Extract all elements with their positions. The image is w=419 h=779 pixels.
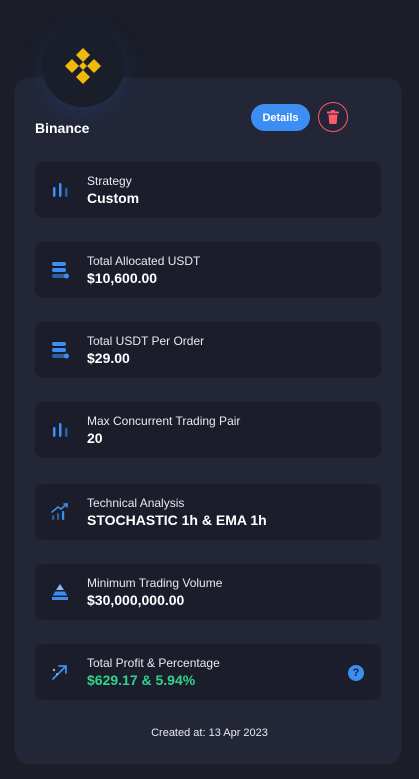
details-button[interactable]: Details: [251, 104, 310, 131]
strategy-label: Strategy: [87, 174, 132, 188]
trend-up-icon: [51, 503, 68, 520]
profit-row: Total Profit & Percentage $629.17 & 5.94…: [35, 644, 381, 700]
strategy-value: Custom: [87, 190, 140, 206]
technical-analysis-label: Technical Analysis: [87, 496, 185, 510]
created-at: Created at: 13 Apr 2023: [151, 727, 268, 739]
min-volume-row: Minimum Trading Volume $30,000,000.00: [35, 564, 381, 620]
binance-logo-icon: [65, 48, 101, 84]
delete-button[interactable]: [318, 102, 348, 132]
pyramid-icon: [52, 584, 68, 600]
technical-analysis-value: STOCHASTIC 1h & EMA 1h: [87, 512, 267, 528]
exchange-name: Binance: [35, 120, 90, 136]
help-icon[interactable]: ?: [348, 665, 364, 681]
max-concurrent-row: Max Concurrent Trading Pair 20: [35, 402, 381, 458]
max-concurrent-value: 20: [87, 430, 103, 446]
exchange-logo: [42, 25, 124, 107]
page: Binance Details Strategy Custom Total Al…: [0, 0, 419, 779]
total-allocated-label: Total Allocated USDT: [87, 254, 201, 268]
profit-value: $629.17 & 5.94%: [87, 672, 196, 688]
per-order-value: $29.00: [87, 350, 130, 366]
min-volume-value: $30,000,000.00: [87, 592, 185, 608]
max-concurrent-label: Max Concurrent Trading Pair: [87, 414, 241, 428]
arrow-up-right-icon: [52, 665, 67, 680]
technical-analysis-row: Technical Analysis STOCHASTIC 1h & EMA 1…: [35, 484, 381, 540]
bar-chart-icon: [53, 423, 68, 437]
stack-icon: [52, 262, 69, 279]
stack-icon: [52, 342, 69, 359]
min-volume-label: Minimum Trading Volume: [87, 576, 223, 590]
strategy-row: Strategy Custom: [35, 162, 381, 218]
bar-chart-icon: [53, 183, 68, 197]
trash-icon: [327, 110, 339, 124]
total-allocated-value: $10,600.00: [87, 270, 158, 286]
total-allocated-row: Total Allocated USDT $10,600.00: [35, 242, 381, 298]
profit-label: Total Profit & Percentage: [87, 656, 220, 670]
per-order-row: Total USDT Per Order $29.00: [35, 322, 381, 378]
per-order-label: Total USDT Per Order: [87, 334, 205, 348]
